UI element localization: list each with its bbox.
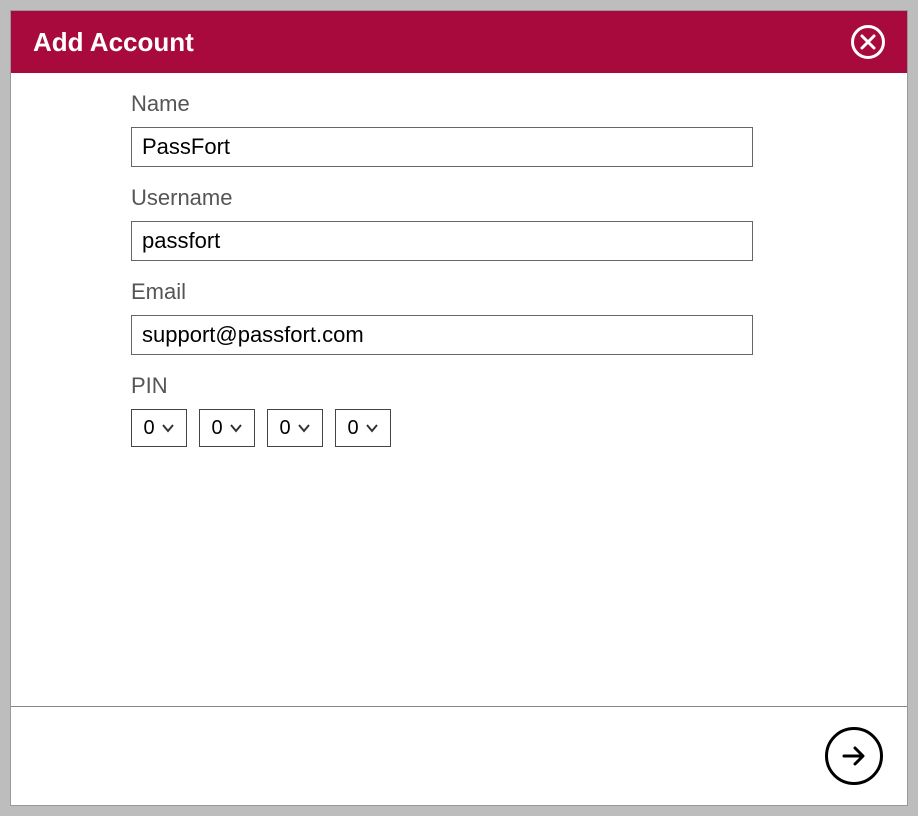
email-label: Email	[131, 279, 787, 305]
next-button[interactable]	[825, 727, 883, 785]
name-label: Name	[131, 91, 787, 117]
pin-digit-1-value: 0	[143, 417, 154, 440]
close-icon	[860, 34, 876, 50]
pin-digit-3-value: 0	[279, 417, 290, 440]
close-button[interactable]	[851, 25, 885, 59]
email-field-group: Email	[131, 279, 787, 355]
pin-row: 0 0 0 0	[131, 409, 787, 447]
dialog-title: Add Account	[33, 27, 194, 58]
pin-digit-2-select[interactable]: 0	[199, 409, 255, 447]
name-field-group: Name	[131, 91, 787, 167]
pin-digit-2-value: 0	[211, 417, 222, 440]
chevron-down-icon	[365, 421, 379, 435]
username-input[interactable]	[131, 221, 753, 261]
username-field-group: Username	[131, 185, 787, 261]
chevron-down-icon	[161, 421, 175, 435]
add-account-dialog: Add Account Name Username Email PIN 0	[10, 10, 908, 806]
pin-field-group: PIN 0 0 0	[131, 373, 787, 447]
pin-label: PIN	[131, 373, 787, 399]
chevron-down-icon	[297, 421, 311, 435]
dialog-body: Name Username Email PIN 0 0	[11, 73, 907, 706]
pin-digit-4-select[interactable]: 0	[335, 409, 391, 447]
pin-digit-4-value: 0	[347, 417, 358, 440]
pin-digit-3-select[interactable]: 0	[267, 409, 323, 447]
username-label: Username	[131, 185, 787, 211]
dialog-header: Add Account	[11, 11, 907, 73]
name-input[interactable]	[131, 127, 753, 167]
email-input[interactable]	[131, 315, 753, 355]
arrow-right-icon	[840, 742, 868, 770]
chevron-down-icon	[229, 421, 243, 435]
dialog-footer	[11, 706, 907, 805]
pin-digit-1-select[interactable]: 0	[131, 409, 187, 447]
